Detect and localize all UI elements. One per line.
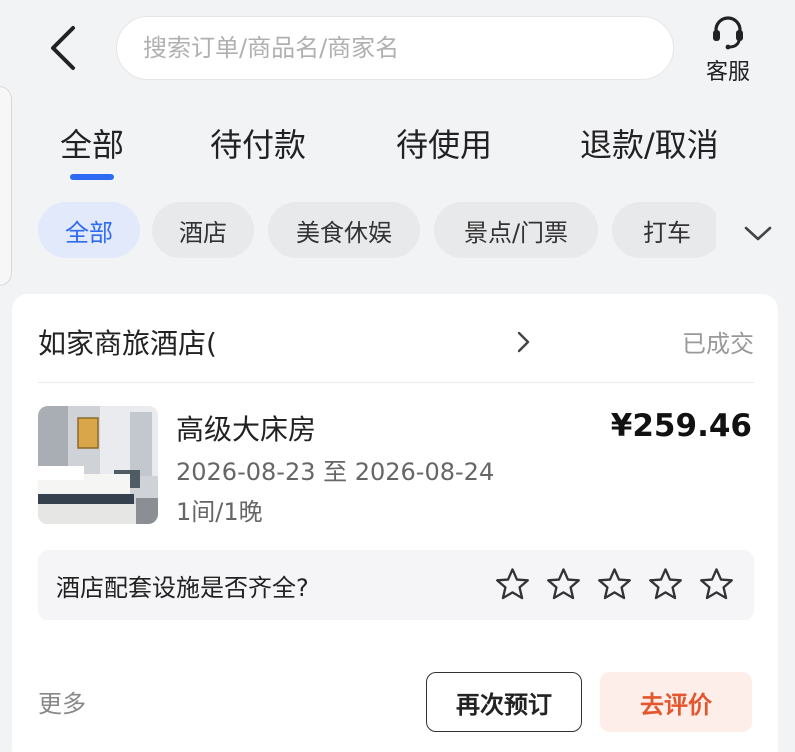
rating-question: 酒店配套设施是否齐全? bbox=[56, 574, 309, 602]
star-icon[interactable] bbox=[545, 566, 582, 603]
hotel-room-image bbox=[38, 406, 158, 524]
chevron-right-icon[interactable] bbox=[516, 330, 530, 354]
order-price: ¥259.46 bbox=[610, 408, 752, 444]
chip-all[interactable]: 全部 bbox=[38, 202, 140, 258]
chip-attractions-tickets[interactable]: 景点/门票 bbox=[434, 202, 598, 258]
stay-dates: 2026-08-23 至 2026-08-24 bbox=[176, 458, 495, 486]
hotel-room-thumbnail[interactable] bbox=[38, 406, 158, 524]
back-button[interactable] bbox=[40, 24, 84, 72]
rating-stars bbox=[494, 566, 735, 604]
chip-food-leisure[interactable]: 美食休娱 bbox=[268, 202, 420, 258]
chip-hotel[interactable]: 酒店 bbox=[152, 202, 254, 258]
status-tabs: 全部 待付款 待使用 退款/取消 bbox=[0, 110, 795, 188]
room-quantity: 1间/1晚 bbox=[176, 498, 263, 526]
header: 客服 bbox=[0, 0, 795, 100]
active-tab-indicator bbox=[70, 174, 114, 180]
search-input[interactable] bbox=[143, 34, 673, 62]
divider bbox=[38, 382, 754, 383]
search-bar[interactable] bbox=[116, 16, 674, 80]
rating-box: 酒店配套设施是否齐全? bbox=[38, 550, 754, 620]
star-icon[interactable] bbox=[596, 566, 633, 603]
tab-pending-payment[interactable]: 待付款 bbox=[210, 120, 306, 166]
customer-service-button[interactable]: 客服 bbox=[698, 12, 758, 88]
rebook-button[interactable]: 再次预订 bbox=[426, 672, 582, 732]
chevron-left-icon bbox=[51, 26, 75, 70]
headset-icon bbox=[713, 16, 743, 50]
star-icon[interactable] bbox=[494, 566, 531, 603]
chip-taxi[interactable]: 打车 bbox=[612, 202, 722, 258]
star-icon[interactable] bbox=[647, 566, 684, 603]
order-card[interactable]: 如家商旅酒店( 已成交 高级大床房 ¥259.46 2026-08-23 至 2… bbox=[12, 294, 778, 752]
tab-to-use[interactable]: 待使用 bbox=[396, 120, 492, 166]
tab-all[interactable]: 全部 bbox=[60, 120, 124, 166]
order-status: 已成交 bbox=[682, 330, 754, 358]
expand-categories-button[interactable] bbox=[736, 214, 780, 254]
shop-row[interactable]: 如家商旅酒店( 已成交 bbox=[38, 322, 754, 362]
room-name: 高级大床房 bbox=[176, 413, 317, 446]
review-button[interactable]: 去评价 bbox=[600, 672, 752, 732]
more-button[interactable]: 更多 bbox=[38, 684, 86, 719]
star-icon[interactable] bbox=[698, 566, 735, 603]
category-chips: 全部 酒店 美食休娱 景点/门票 打车 bbox=[0, 188, 795, 270]
shop-name[interactable]: 如家商旅酒店( bbox=[38, 322, 226, 362]
chevron-down-icon bbox=[744, 226, 772, 241]
tab-refund-cancel[interactable]: 退款/取消 bbox=[580, 120, 719, 166]
customer-service-label: 客服 bbox=[705, 60, 750, 85]
